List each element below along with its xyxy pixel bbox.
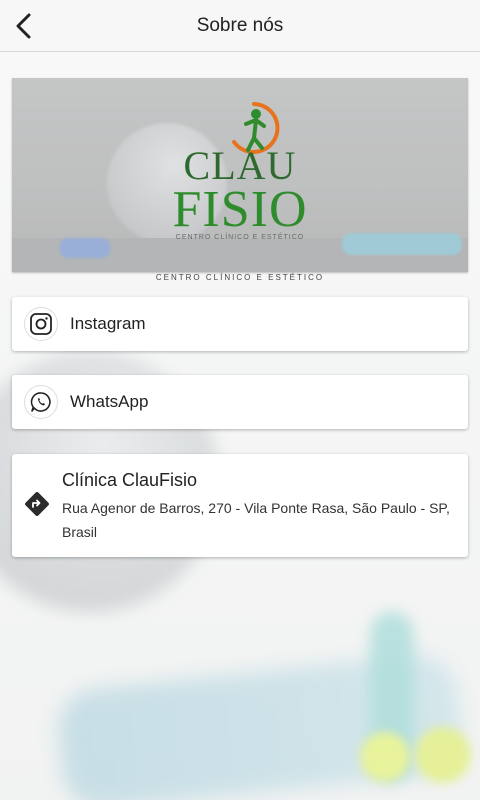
instagram-icon: [30, 313, 52, 335]
whatsapp-icon-wrapper: [24, 385, 58, 419]
location-card[interactable]: Clínica ClauFisio Rua Agenor de Barros, …: [12, 454, 468, 557]
instagram-icon-wrapper: [24, 307, 58, 341]
chevron-left-icon: [16, 13, 31, 39]
instagram-label: Instagram: [70, 314, 146, 333]
whatsapp-label: WhatsApp: [70, 392, 149, 411]
back-button[interactable]: [8, 10, 40, 42]
whatsapp-icon: [30, 392, 51, 412]
location-name: Clínica ClauFisio: [62, 470, 198, 490]
clinic-banner: CLAU FISIO CENTRO CLÍNICO E ESTÉTICO: [12, 78, 468, 272]
instagram-link[interactable]: Instagram: [12, 297, 468, 351]
logo-text-bottom: FISIO: [172, 181, 308, 238]
clinic-subtitle: CENTRO CLÍNICO E ESTÉTICO: [155, 273, 325, 282]
app-header: Sobre nós: [0, 0, 480, 52]
whatsapp-link[interactable]: WhatsApp: [12, 375, 468, 429]
page-title: Sobre nós: [196, 14, 284, 36]
directions-icon: [25, 492, 49, 516]
logo-tagline: CENTRO CLÍNICO E ESTÉTICO: [175, 234, 305, 241]
location-address: Rua Agenor de Barros, 270 - Vila Ponte R…: [62, 500, 450, 540]
